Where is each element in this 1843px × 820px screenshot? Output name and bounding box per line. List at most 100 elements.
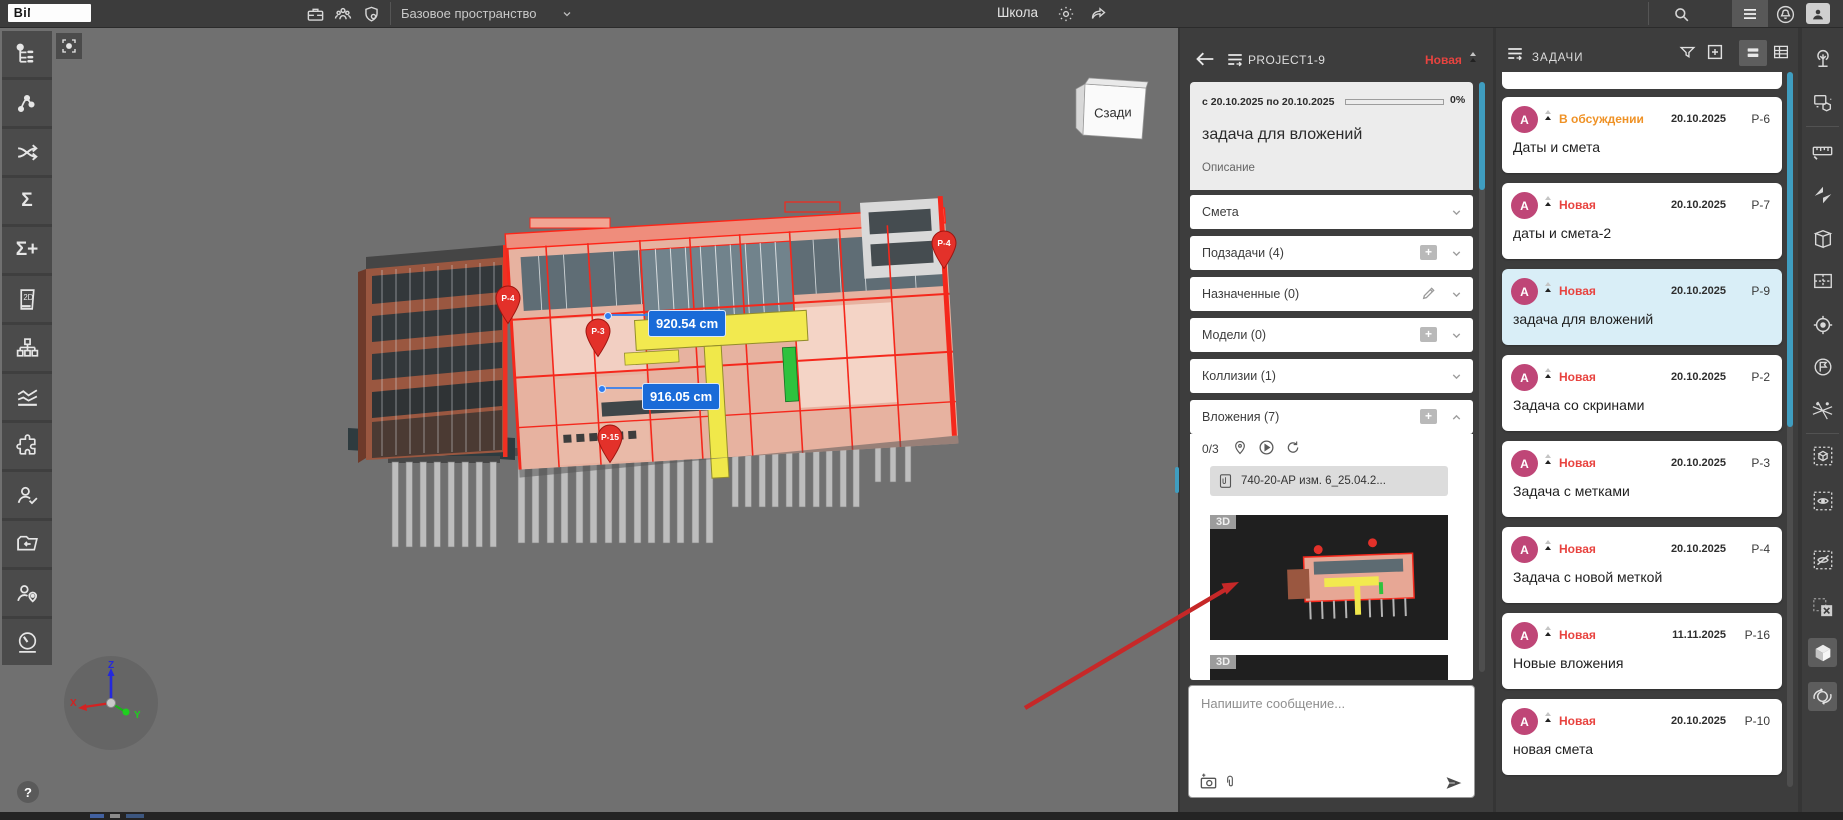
gear-icon[interactable] bbox=[1055, 3, 1077, 25]
chevron-down-icon[interactable] bbox=[1450, 206, 1463, 219]
chevron-down-icon[interactable] bbox=[1450, 247, 1463, 260]
sum-icon[interactable]: Σ bbox=[2, 178, 52, 224]
list-view-icon[interactable] bbox=[1739, 40, 1767, 66]
priority-icon[interactable] bbox=[1545, 368, 1551, 378]
viewport-pin[interactable]: P-4 bbox=[493, 285, 523, 325]
sheet-2d-icon[interactable]: 2D bbox=[2, 276, 52, 322]
attachment-thumbnail-3d[interactable]: 3D bbox=[1210, 655, 1448, 680]
grid-axes-icon[interactable] bbox=[1808, 396, 1837, 425]
account-icon[interactable] bbox=[1806, 3, 1830, 24]
shield-settings-icon[interactable] bbox=[360, 3, 382, 25]
share-icon[interactable] bbox=[1087, 3, 1109, 25]
section-row[interactable]: Назначенные (0) + bbox=[1190, 277, 1473, 311]
user-approve-icon[interactable] bbox=[2, 472, 52, 518]
table-view-icon[interactable] bbox=[1772, 43, 1790, 61]
priority-icon[interactable] bbox=[1545, 282, 1551, 292]
priority-icon[interactable] bbox=[1545, 454, 1551, 464]
search-icon[interactable] bbox=[1670, 3, 1692, 25]
measurement-label[interactable]: 920.54 cm bbox=[648, 310, 726, 337]
team-icon[interactable] bbox=[332, 3, 354, 25]
filter-icon[interactable] bbox=[1679, 44, 1696, 61]
task-card[interactable]: A Новая 11.11.2025 P-16 Новые вложения bbox=[1502, 613, 1782, 689]
list-arrow-icon[interactable] bbox=[1506, 46, 1524, 61]
plugins-icon[interactable] bbox=[2, 423, 52, 469]
chevron-down-icon[interactable] bbox=[1450, 411, 1463, 424]
task-card[interactable]: A Новая 20.10.2025 P-3 Задача с метками bbox=[1502, 441, 1782, 517]
attachment-file-chip[interactable]: 740-20-АР изм. 6_25.04.2... bbox=[1210, 466, 1448, 496]
model-tree-icon[interactable] bbox=[2, 31, 52, 77]
orbit-view-icon[interactable] bbox=[1808, 682, 1837, 711]
section-box-icon[interactable] bbox=[1808, 224, 1837, 253]
section-row[interactable]: Модели (0) + bbox=[1190, 318, 1473, 352]
priority-icon[interactable] bbox=[1545, 196, 1551, 206]
hide-eye-icon[interactable] bbox=[1808, 545, 1837, 574]
axes-gizmo[interactable]: Z X Y bbox=[64, 656, 158, 750]
tasks-scrollbar[interactable] bbox=[1787, 72, 1793, 427]
location-pin-icon[interactable] bbox=[1232, 439, 1248, 456]
back-icon[interactable] bbox=[1195, 51, 1215, 67]
task-card[interactable]: A В обсуждении 20.10.2025 P-6 Даты и сме… bbox=[1502, 97, 1782, 173]
task-card[interactable]: A Новая 20.10.2025 P-7 даты и смета-2 bbox=[1502, 183, 1782, 259]
priority-icon[interactable] bbox=[1545, 626, 1551, 636]
section-plane-icon[interactable] bbox=[1808, 180, 1837, 209]
viewport-pin[interactable]: P-15 bbox=[595, 424, 625, 464]
message-composer[interactable]: Напишите сообщение... bbox=[1188, 685, 1475, 798]
message-input[interactable]: Напишите сообщение... bbox=[1201, 696, 1345, 711]
measure-ruler-icon[interactable] bbox=[1808, 136, 1837, 165]
priority-icon[interactable] bbox=[1545, 712, 1551, 722]
export-folder-icon[interactable] bbox=[2, 521, 52, 567]
viewport-pin[interactable]: P-4 bbox=[929, 230, 959, 270]
section-row[interactable]: Подзадачи (4) + bbox=[1190, 236, 1473, 270]
measure-nodes-icon[interactable] bbox=[2, 80, 52, 126]
task-card[interactable]: A Новая 20.10.2025 P-9 задача для вложен… bbox=[1502, 269, 1782, 345]
priority-icon[interactable] bbox=[1545, 110, 1551, 120]
task-list-icon[interactable] bbox=[1732, 0, 1768, 27]
workspace-selector[interactable]: Базовое пространство bbox=[401, 6, 537, 21]
flag-marker-icon[interactable] bbox=[1808, 352, 1837, 381]
edit-pencil-icon[interactable] bbox=[1421, 285, 1437, 301]
add-task-icon[interactable] bbox=[1706, 43, 1724, 61]
camera-add-icon[interactable] bbox=[1199, 772, 1218, 791]
list-arrow-icon[interactable] bbox=[1226, 52, 1244, 67]
floor-plan-icon[interactable] bbox=[1808, 266, 1837, 295]
select-cube-icon[interactable] bbox=[1808, 441, 1837, 470]
locate-target-icon[interactable] bbox=[1808, 310, 1837, 339]
task-card[interactable]: A Новая 20.10.2025 P-10 новая смета bbox=[1502, 699, 1782, 775]
task-card[interactable]: A Новая 20.10.2025 P-2 Задача со скринам… bbox=[1502, 355, 1782, 431]
charts-icon[interactable] bbox=[2, 374, 52, 420]
focus-model-icon[interactable] bbox=[56, 33, 82, 59]
add-icon[interactable]: + bbox=[1420, 327, 1437, 342]
viewport-pin[interactable]: P-3 bbox=[583, 318, 613, 358]
briefcase-icon[interactable] bbox=[304, 3, 326, 25]
priority-icon[interactable] bbox=[1470, 52, 1476, 62]
notifications-icon[interactable] bbox=[1774, 3, 1796, 25]
attachment-thumbnail-3d[interactable]: 3D bbox=[1210, 515, 1448, 640]
help-button[interactable]: ? bbox=[17, 781, 39, 803]
section-row[interactable]: Вложения (7) + bbox=[1190, 400, 1473, 434]
layered-select-icon[interactable] bbox=[1808, 88, 1837, 117]
view-cube[interactable]: Сзади bbox=[1068, 76, 1150, 144]
tree-icon[interactable] bbox=[1808, 43, 1837, 72]
chevron-down-icon[interactable] bbox=[1450, 288, 1463, 301]
building-model-3d[interactable] bbox=[330, 160, 1010, 590]
chevron-down-icon[interactable] bbox=[556, 3, 578, 25]
send-icon[interactable] bbox=[1444, 775, 1464, 791]
refresh-icon[interactable] bbox=[1285, 439, 1301, 456]
add-icon[interactable]: + bbox=[1420, 245, 1437, 260]
clear-selection-icon[interactable] bbox=[1808, 592, 1837, 621]
add-icon[interactable]: + bbox=[1420, 409, 1437, 424]
section-row[interactable]: Коллизии (1) + bbox=[1190, 359, 1473, 393]
measurement-label[interactable]: 916.05 cm bbox=[642, 383, 720, 410]
panel-scrollbar[interactable] bbox=[1479, 82, 1485, 190]
dashboard-gauge-icon[interactable] bbox=[2, 619, 52, 665]
org-chart-icon[interactable] bbox=[2, 325, 52, 371]
sum-add-icon[interactable]: Σ+ bbox=[2, 227, 52, 273]
section-row[interactable]: Смета + bbox=[1190, 195, 1473, 229]
user-location-icon[interactable] bbox=[2, 570, 52, 616]
solid-view-icon[interactable] bbox=[1808, 638, 1837, 667]
task-card[interactable]: A Новая 20.10.2025 P-4 Задача с новой ме… bbox=[1502, 527, 1782, 603]
clash-shuffle-icon[interactable] bbox=[2, 129, 52, 175]
attach-icon[interactable] bbox=[1223, 773, 1237, 791]
play-icon[interactable] bbox=[1258, 439, 1275, 456]
priority-icon[interactable] bbox=[1545, 540, 1551, 550]
